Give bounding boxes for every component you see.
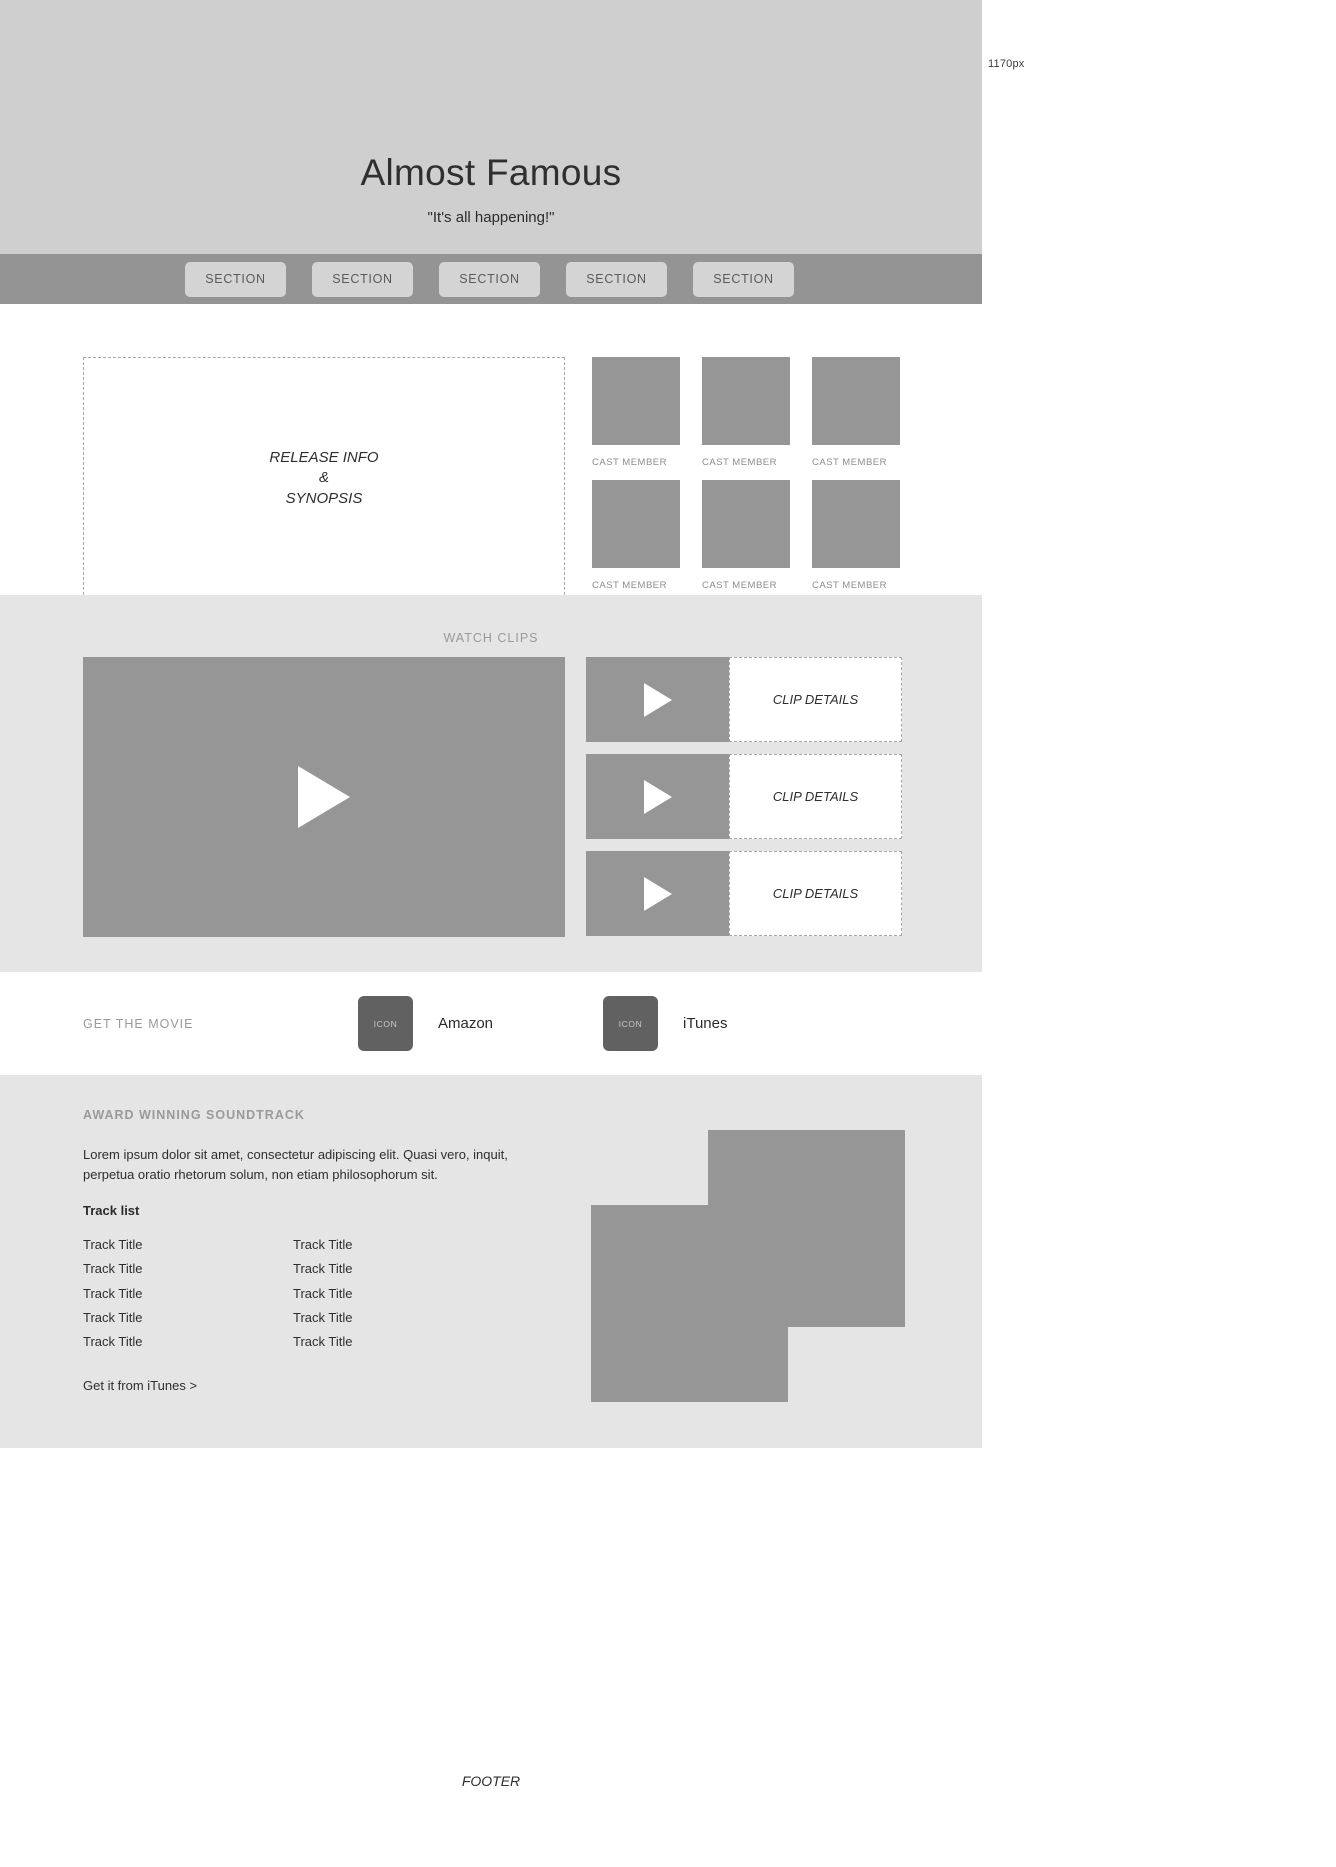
- watch-clips-section: WATCH CLIPS CLIP DETAILS CLIP DETAILS CL…: [0, 595, 982, 972]
- store-link-itunes[interactable]: ICON iTunes: [603, 996, 727, 1051]
- cast-member-label: CAST MEMBER: [592, 580, 668, 591]
- cast-member-label: CAST MEMBER: [592, 457, 668, 468]
- store-name-amazon: Amazon: [438, 1015, 494, 1032]
- track-item[interactable]: Track Title: [83, 1233, 293, 1257]
- cast-photo-placeholder: [812, 480, 900, 568]
- play-icon: [643, 779, 672, 814]
- clip-thumbnail[interactable]: [586, 851, 729, 936]
- clip-details-label: CLIP DETAILS: [729, 657, 902, 742]
- album-art-placeholder-front: [591, 1205, 788, 1402]
- wireframe-page: 1170px Almost Famous "It's all happening…: [0, 0, 1336, 1867]
- cast-photo-placeholder: [702, 357, 790, 445]
- cast-photo-placeholder: [812, 357, 900, 445]
- nav-item-5[interactable]: SECTION: [693, 261, 794, 297]
- amazon-icon: ICON: [358, 996, 413, 1051]
- clip-row[interactable]: CLIP DETAILS: [586, 851, 902, 936]
- cast-grid: CAST MEMBER CAST MEMBER CAST MEMBER CAST…: [592, 357, 900, 591]
- release-info-label: RELEASE INFO & SYNOPSIS: [269, 448, 378, 509]
- footer-section: FOOTER: [0, 1448, 982, 1835]
- release-info-line-3: SYNOPSIS: [285, 489, 363, 507]
- get-it-from-itunes-link[interactable]: Get it from iTunes >: [83, 1378, 197, 1393]
- cast-member-card[interactable]: CAST MEMBER: [702, 357, 790, 468]
- cast-member-label: CAST MEMBER: [702, 580, 778, 591]
- track-item[interactable]: Track Title: [293, 1282, 503, 1306]
- release-and-cast-section: RELEASE INFO & SYNOPSIS CAST MEMBER CAST…: [0, 304, 982, 600]
- watch-clips-heading: WATCH CLIPS: [443, 631, 539, 645]
- soundtrack-heading: AWARD WINNING SOUNDTRACK: [83, 1108, 305, 1122]
- nav-item-2[interactable]: SECTION: [312, 261, 413, 297]
- play-icon: [643, 682, 672, 717]
- cast-member-label: CAST MEMBER: [812, 457, 888, 468]
- cast-member-card[interactable]: CAST MEMBER: [592, 357, 680, 468]
- get-the-movie-heading: GET THE MOVIE: [83, 1016, 194, 1031]
- cast-photo-placeholder: [702, 480, 790, 568]
- nav-item-4[interactable]: SECTION: [566, 261, 667, 297]
- featured-video-player[interactable]: [83, 657, 565, 937]
- soundtrack-section: AWARD WINNING SOUNDTRACK Lorem ipsum dol…: [0, 1075, 982, 1448]
- release-info-line-2: &: [318, 469, 329, 487]
- track-item[interactable]: Track Title: [293, 1306, 503, 1330]
- play-icon: [298, 766, 350, 828]
- tracklist: Track Title Track Title Track Title Trac…: [83, 1233, 503, 1354]
- mock-canvas: Almost Famous "It's all happening!" SECT…: [0, 0, 982, 1835]
- release-info-line-1: RELEASE INFO: [269, 449, 379, 467]
- clip-details-label: CLIP DETAILS: [729, 851, 902, 936]
- play-icon: [643, 876, 672, 911]
- cast-member-card[interactable]: CAST MEMBER: [812, 357, 900, 468]
- canvas-width-label: 1170px: [988, 58, 1025, 70]
- track-item[interactable]: Track Title: [293, 1330, 503, 1354]
- track-item[interactable]: Track Title: [83, 1306, 293, 1330]
- main-navigation: SECTION SECTION SECTION SECTION SECTION: [0, 254, 982, 304]
- nav-item-1[interactable]: SECTION: [185, 261, 286, 297]
- clip-details-label: CLIP DETAILS: [729, 754, 902, 839]
- store-name-itunes: iTunes: [683, 1015, 728, 1032]
- itunes-icon: ICON: [603, 996, 658, 1051]
- cast-photo-placeholder: [592, 480, 680, 568]
- footer-label: FOOTER: [461, 1773, 521, 1789]
- hero-tagline: "It's all happening!": [427, 209, 555, 226]
- track-item[interactable]: Track Title: [293, 1257, 503, 1281]
- cast-member-label: CAST MEMBER: [812, 580, 888, 591]
- cast-member-card[interactable]: CAST MEMBER: [702, 480, 790, 591]
- hero-section: Almost Famous "It's all happening!": [0, 0, 982, 254]
- page-title: Almost Famous: [360, 152, 622, 193]
- cast-member-label: CAST MEMBER: [702, 457, 778, 468]
- cast-photo-placeholder: [592, 357, 680, 445]
- track-item[interactable]: Track Title: [83, 1330, 293, 1354]
- nav-item-3[interactable]: SECTION: [439, 261, 540, 297]
- tracklist-title: Track list: [83, 1203, 140, 1218]
- clip-row[interactable]: CLIP DETAILS: [586, 657, 902, 742]
- track-item[interactable]: Track Title: [293, 1233, 503, 1257]
- clip-list: CLIP DETAILS CLIP DETAILS CLIP DETAILS: [586, 657, 902, 936]
- get-the-movie-section: GET THE MOVIE ICON Amazon ICON iTunes: [0, 972, 982, 1075]
- release-info-placeholder: RELEASE INFO & SYNOPSIS: [83, 357, 565, 600]
- clip-thumbnail[interactable]: [586, 657, 729, 742]
- track-item[interactable]: Track Title: [83, 1282, 293, 1306]
- soundtrack-description: Lorem ipsum dolor sit amet, consectetur …: [83, 1147, 508, 1182]
- cast-member-card[interactable]: CAST MEMBER: [812, 480, 900, 591]
- store-link-amazon[interactable]: ICON Amazon: [358, 996, 493, 1051]
- track-item[interactable]: Track Title: [83, 1257, 293, 1281]
- clip-thumbnail[interactable]: [586, 754, 729, 839]
- cast-member-card[interactable]: CAST MEMBER: [592, 480, 680, 591]
- clip-row[interactable]: CLIP DETAILS: [586, 754, 902, 839]
